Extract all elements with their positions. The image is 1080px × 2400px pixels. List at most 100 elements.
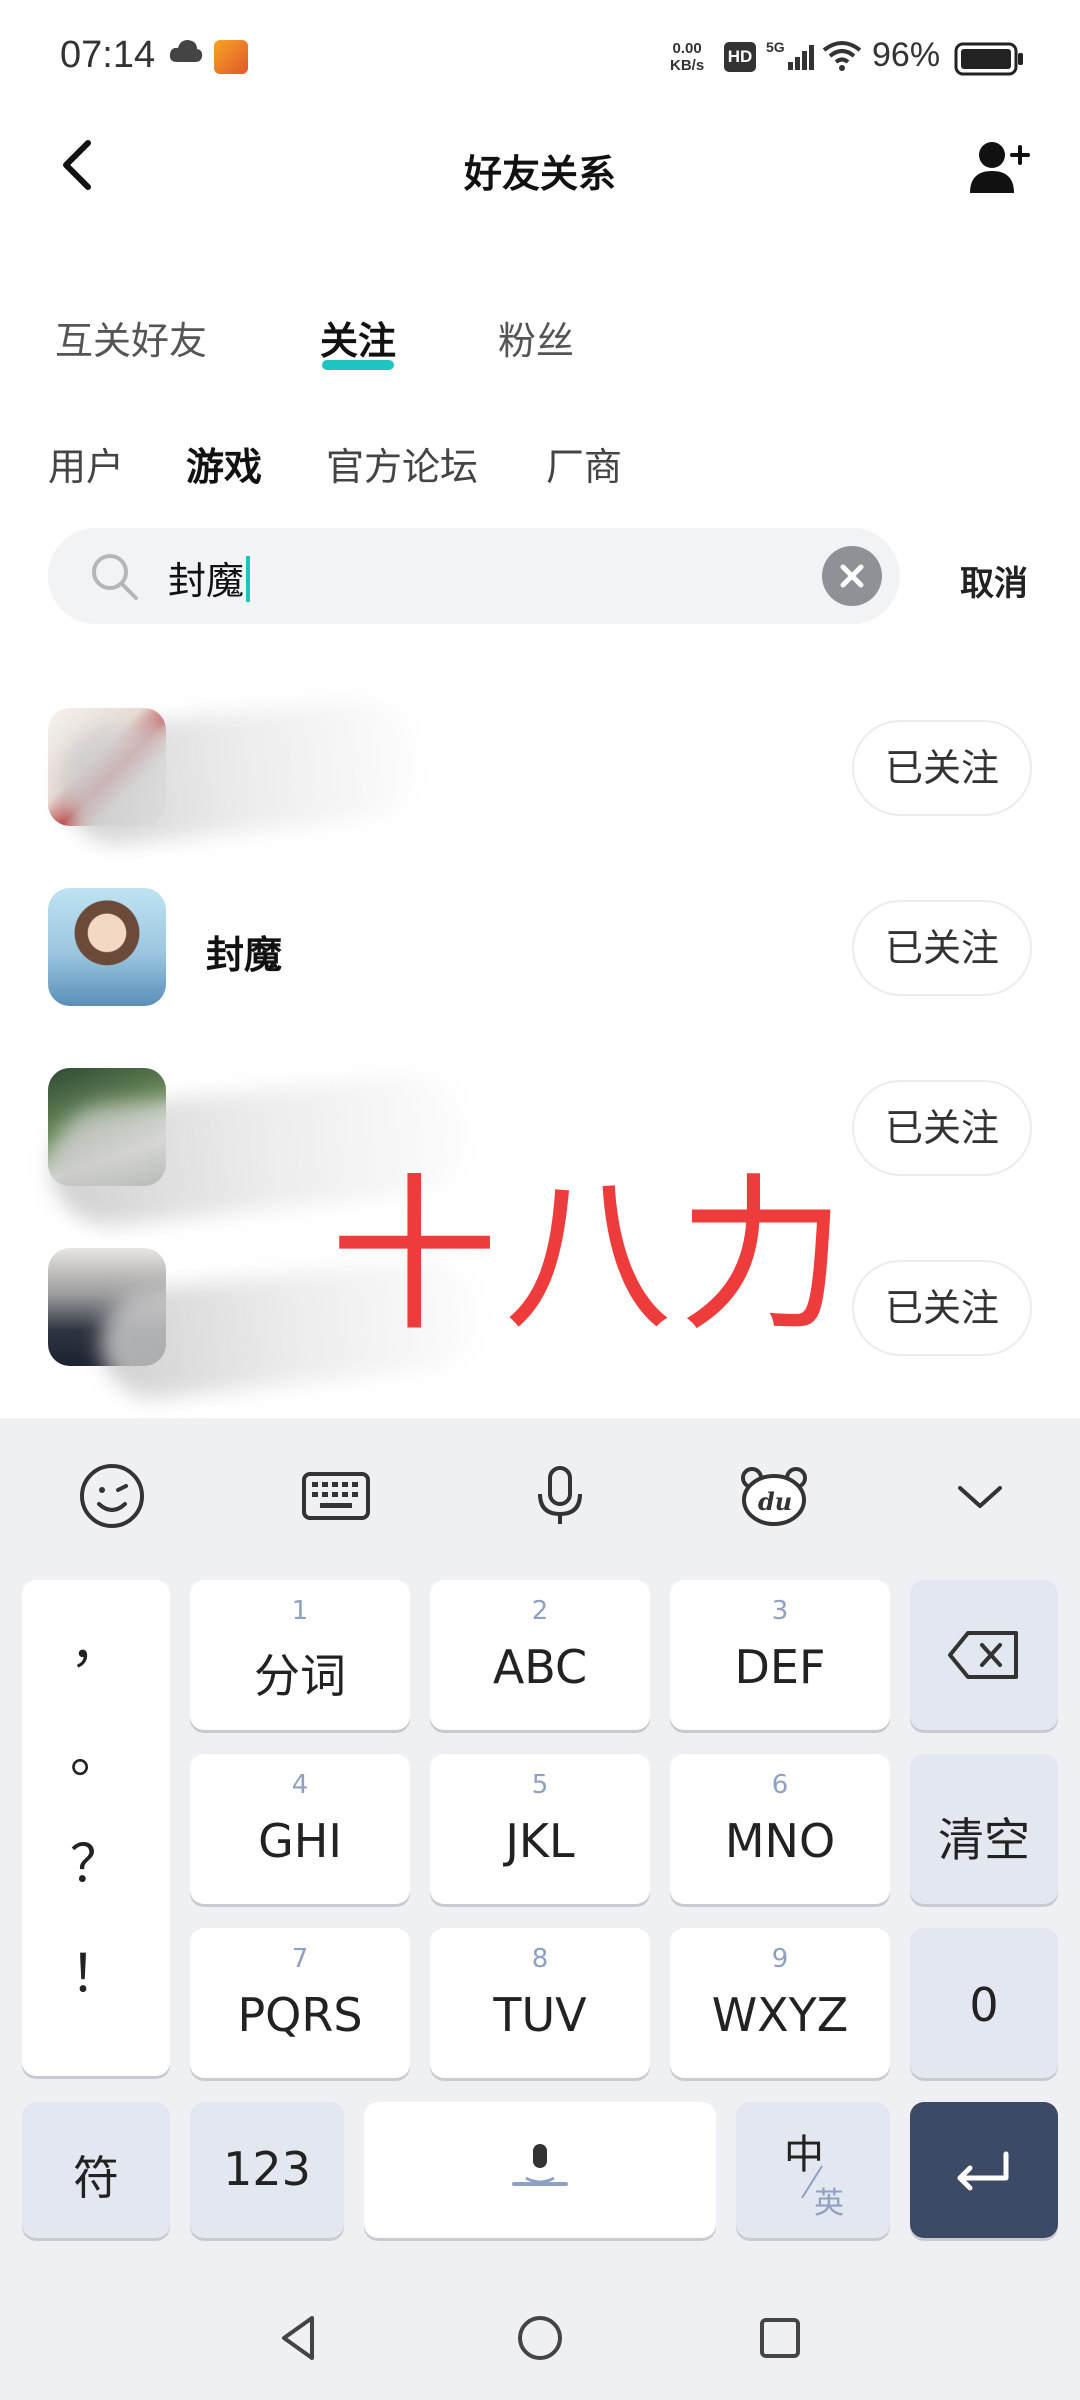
key-8[interactable]: 8 TUV: [430, 1928, 650, 2078]
baidu-bear-button[interactable]: du: [734, 1456, 814, 1536]
chevron-down-icon: [958, 1486, 1002, 1508]
subtab-users[interactable]: 用户: [48, 436, 124, 491]
clear-key[interactable]: 清空: [910, 1754, 1058, 1904]
followed-button[interactable]: 已关注: [852, 1260, 1032, 1356]
subtab-games[interactable]: 游戏: [186, 436, 262, 491]
key-number: 3: [771, 1596, 789, 1626]
key-number: 4: [291, 1770, 309, 1800]
tab-mutual-friends[interactable]: 互关好友: [55, 310, 207, 365]
punctuation-column[interactable]: ， 。 ？ ！: [22, 1580, 170, 2076]
list-item[interactable]: 已关注: [0, 690, 1080, 860]
key-number: 9: [771, 1944, 789, 1974]
key-label: 清空: [938, 1813, 1030, 1867]
cancel-button[interactable]: 取消: [960, 556, 1028, 605]
game-icon: [48, 888, 166, 1006]
hd-icon: HD: [724, 42, 756, 72]
nav-home-button[interactable]: [510, 2308, 570, 2368]
key-2[interactable]: 2 ABC: [430, 1580, 650, 1730]
key-number: 8: [531, 1944, 549, 1974]
key-label: DEF: [734, 1640, 826, 1694]
voice-input-button[interactable]: [520, 1456, 600, 1536]
key-label: WXYZ: [711, 1988, 849, 2042]
key-period[interactable]: 。: [22, 1712, 170, 1787]
status-bar: 07:14 0.00 KB/s HD 5G 96%: [0, 0, 1080, 115]
system-navigation-bar: [0, 2268, 1080, 2400]
search-icon: [88, 550, 142, 608]
cloud-icon: [168, 36, 204, 70]
relation-tabs: 互关好友 关注 粉丝: [0, 300, 1080, 380]
bear-logo-text: du: [758, 1487, 792, 1516]
space-key[interactable]: [364, 2102, 716, 2238]
game-name: 封魔: [206, 933, 283, 977]
square-recents-icon: [760, 2318, 800, 2358]
voice-space-icon: [512, 2144, 568, 2186]
followed-button[interactable]: 已关注: [852, 720, 1032, 816]
key-9[interactable]: 9 WXYZ: [670, 1928, 890, 2078]
network-speed: 0.00 KB/s: [670, 40, 704, 74]
page-title: 好友关系: [463, 152, 616, 196]
close-icon: [840, 564, 864, 588]
key-0[interactable]: 0: [910, 1928, 1058, 2078]
add-user-icon: [970, 142, 1030, 193]
emoji-button[interactable]: [72, 1456, 152, 1536]
key-label: JKL: [505, 1814, 575, 1868]
key-label: GHI: [258, 1814, 342, 1868]
tab-active-indicator: [322, 360, 394, 370]
header: 好友关系: [0, 115, 1080, 220]
emoji-icon: [80, 1464, 144, 1528]
key-7[interactable]: 7 PQRS: [190, 1928, 410, 2078]
followed-button[interactable]: 已关注: [852, 1080, 1032, 1176]
language-switch-key[interactable]: 中 英: [736, 2102, 890, 2238]
key-1[interactable]: 1 分词: [190, 1580, 410, 1730]
subtab-vendors[interactable]: 厂商: [546, 436, 622, 491]
key-3[interactable]: 3 DEF: [670, 1580, 890, 1730]
key-comma[interactable]: ，: [22, 1602, 170, 1677]
clear-search-button[interactable]: [822, 546, 882, 606]
nav-recents-button[interactable]: [750, 2308, 810, 2368]
key-number: 6: [771, 1770, 789, 1800]
text-caret: [246, 556, 251, 602]
key-6[interactable]: 6 MNO: [670, 1754, 890, 1904]
app-notification-icon: [214, 40, 248, 74]
hide-keyboard-button[interactable]: [940, 1456, 1020, 1536]
search-input[interactable]: 封魔: [168, 550, 251, 605]
watermark-text: 十八力: [330, 1158, 852, 1354]
tab-fans[interactable]: 粉丝: [498, 310, 574, 365]
search-bar[interactable]: 封魔: [48, 528, 900, 624]
network-speed-value: 0.00: [672, 40, 702, 57]
list-item[interactable]: 封魔 已关注: [0, 870, 1080, 1040]
category-tabs: 用户 游戏 官方论坛 厂商: [0, 430, 1080, 500]
key-label: PQRS: [237, 1988, 363, 2042]
nav-back-button[interactable]: [270, 2308, 330, 2368]
key-label: 123: [223, 2142, 311, 2196]
key-question[interactable]: ？: [22, 1822, 170, 1897]
key-5[interactable]: 5 JKL: [430, 1754, 650, 1904]
backspace-icon: [948, 1631, 1018, 1679]
key-label: 0: [969, 1978, 999, 2032]
numeric-key[interactable]: 123: [190, 2102, 344, 2238]
battery-percent: 96%: [872, 36, 941, 74]
key-label: TUV: [493, 1988, 587, 2042]
key-label: 分词: [254, 1649, 346, 1703]
microphone-icon: [538, 1466, 582, 1524]
wifi-icon: [822, 40, 862, 76]
triangle-back-icon: [282, 2316, 314, 2360]
subtab-official-forum[interactable]: 官方论坛: [326, 436, 478, 491]
key-exclamation[interactable]: ！: [22, 1932, 170, 2007]
key-number: 7: [291, 1944, 309, 1974]
keyboard-icon: [302, 1472, 370, 1520]
symbol-key[interactable]: 符: [22, 2102, 170, 2238]
keyboard-toolbar: du: [0, 1418, 1080, 1568]
battery-icon: [954, 42, 1024, 80]
enter-key[interactable]: [910, 2102, 1058, 2238]
status-time: 07:14: [60, 34, 156, 76]
add-friend-button[interactable]: [966, 135, 1032, 201]
bear-icon: du: [741, 1467, 807, 1526]
tab-following[interactable]: 关注: [320, 310, 396, 365]
followed-button[interactable]: 已关注: [852, 900, 1032, 996]
network-speed-unit: KB/s: [670, 57, 705, 74]
backspace-key[interactable]: [910, 1580, 1058, 1730]
network-type: 5G: [766, 39, 785, 55]
keyboard-layout-button[interactable]: [296, 1456, 376, 1536]
key-4[interactable]: 4 GHI: [190, 1754, 410, 1904]
